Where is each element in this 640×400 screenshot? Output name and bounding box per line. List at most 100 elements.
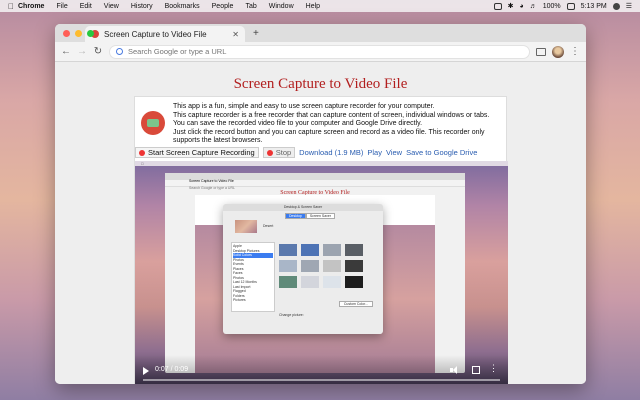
menu-people[interactable]: People bbox=[212, 3, 234, 10]
profile-avatar[interactable] bbox=[552, 45, 564, 58]
tab-close-icon[interactable]: ✕ bbox=[232, 30, 239, 39]
color-swatch bbox=[323, 276, 341, 288]
macos-menubar:  Chrome File Edit View History Bookmark… bbox=[0, 0, 640, 12]
tab-strip: Screen Capture to Video File ✕ + bbox=[55, 24, 586, 42]
record-dot-icon bbox=[139, 149, 145, 156]
menu-bookmarks[interactable]: Bookmarks bbox=[165, 3, 200, 10]
prefs-list-item: Pictures bbox=[233, 298, 246, 302]
stop-label: Stop bbox=[275, 148, 292, 157]
bluetooth-icon[interactable]: ✱ bbox=[508, 2, 514, 10]
more-vertical-icon[interactable]: ⋮ bbox=[570, 46, 580, 57]
color-swatch bbox=[301, 244, 319, 256]
description-line: supports the latest browsers. bbox=[173, 137, 263, 145]
battery-icon[interactable] bbox=[566, 2, 575, 10]
video-prefs-window: Desktop & Screen Saver Desktop Screen Sa… bbox=[223, 204, 383, 334]
description-line: Just click the record button and you can… bbox=[173, 128, 485, 136]
video-inner-browser: Screen Capture to Video File Search Goog… bbox=[165, 173, 465, 373]
video-inner-omnibox-text: Search Google or type a URL bbox=[189, 186, 235, 190]
intro-section: This app is a fun, simple and easy to us… bbox=[141, 103, 503, 146]
omnibox[interactable] bbox=[109, 44, 530, 59]
prefs-tab-screensaver: Screen Saver bbox=[305, 213, 336, 219]
start-recording-button[interactable]: Start Screen Capture Recording bbox=[135, 147, 259, 158]
menu-help[interactable]: Help bbox=[306, 3, 320, 10]
zoom-window-button[interactable] bbox=[87, 30, 94, 37]
prefs-source-list: Apple Desktop Pictures Solid Colors Phot… bbox=[231, 242, 275, 312]
close-window-button[interactable] bbox=[63, 30, 70, 37]
reload-icon[interactable]: ↻ bbox=[93, 46, 103, 57]
save-to-drive-link[interactable]: Save to Google Drive bbox=[406, 148, 477, 157]
video-inner-menubar:  bbox=[135, 161, 508, 166]
view-link[interactable]: View bbox=[386, 148, 402, 157]
video-controls: 0:07 / 0:09 ⋮ bbox=[135, 355, 508, 384]
volume-icon[interactable]: ♬ bbox=[530, 3, 537, 10]
description-line: This capture recorder is a free recorder… bbox=[173, 111, 490, 119]
recorder-controls: Start Screen Capture Recording Stop Down… bbox=[135, 147, 477, 158]
notification-center-icon[interactable]: ☰ bbox=[626, 2, 632, 10]
color-swatch bbox=[301, 276, 319, 288]
color-swatch bbox=[323, 260, 341, 272]
description-line: You can save the recorded video file to … bbox=[173, 120, 423, 128]
video-inner-tabstrip: Screen Capture to Video File bbox=[165, 173, 465, 183]
start-recording-label: Start Screen Capture Recording bbox=[148, 148, 255, 157]
wifi-icon[interactable]: ◕ bbox=[520, 3, 524, 10]
stop-button[interactable]: Stop bbox=[262, 147, 296, 158]
video-progress-bar[interactable] bbox=[143, 379, 500, 381]
prefs-title: Desktop & Screen Saver bbox=[223, 204, 383, 211]
prefs-segmented: Desktop Screen Saver bbox=[285, 213, 336, 219]
page-content: Screen Capture to Video File This app is… bbox=[55, 62, 586, 384]
prefs-change-picture: Change picture: bbox=[279, 313, 304, 317]
omnibox-input[interactable] bbox=[128, 47, 523, 56]
color-swatch bbox=[345, 244, 363, 256]
color-swatch bbox=[345, 260, 363, 272]
tab-title: Screen Capture to Video File bbox=[104, 29, 207, 39]
color-swatch bbox=[279, 244, 297, 256]
menu-window[interactable]: Window bbox=[269, 3, 294, 10]
stop-dot-icon bbox=[266, 149, 273, 156]
menu-tab[interactable]: Tab bbox=[245, 3, 256, 10]
menubar-status-area: ✱ ◕ ♬ 100% 5:13 PM ☰ bbox=[493, 2, 632, 10]
volume-icon[interactable] bbox=[450, 366, 458, 374]
apple-icon[interactable]:  bbox=[8, 2, 18, 11]
tab-screen-capture[interactable]: Screen Capture to Video File ✕ bbox=[85, 26, 245, 42]
spotlight-icon[interactable] bbox=[612, 2, 620, 10]
menu-app-name[interactable]: Chrome bbox=[18, 3, 44, 10]
video-time: 0:07 / 0:09 bbox=[155, 366, 189, 373]
minimize-window-button[interactable] bbox=[75, 30, 82, 37]
play-link[interactable]: Play bbox=[367, 148, 382, 157]
menu-view[interactable]: View bbox=[104, 3, 119, 10]
airplay-icon[interactable] bbox=[493, 2, 502, 10]
menu-edit[interactable]: Edit bbox=[80, 3, 92, 10]
app-card: This app is a fun, simple and easy to us… bbox=[134, 96, 508, 384]
prefs-preview-label: Desert bbox=[263, 224, 274, 228]
color-swatches bbox=[279, 244, 363, 288]
fullscreen-icon[interactable] bbox=[472, 366, 480, 374]
camera-icon bbox=[147, 119, 159, 127]
color-swatch bbox=[323, 244, 341, 256]
description-line: This app is a fun, simple and easy to us… bbox=[173, 103, 435, 110]
browser-toolbar: ← → ↻ ⋮ bbox=[55, 42, 586, 62]
color-swatch bbox=[345, 276, 363, 288]
forward-arrow-icon[interactable]: → bbox=[77, 46, 87, 57]
new-tab-button[interactable]: + bbox=[253, 28, 259, 39]
download-link[interactable]: Download (1.9 MB) bbox=[299, 148, 363, 157]
battery-percent: 100% bbox=[542, 2, 561, 10]
back-arrow-icon[interactable]: ← bbox=[61, 46, 71, 57]
more-vertical-icon[interactable]: ⋮ bbox=[489, 364, 498, 373]
app-description: This app is a fun, simple and easy to us… bbox=[173, 103, 503, 146]
prefs-custom-color: Custom Color... bbox=[338, 301, 373, 307]
video-inner-omnibox: Search Google or type a URL bbox=[165, 180, 465, 190]
menu-history[interactable]: History bbox=[131, 3, 153, 10]
prefs-preview-image bbox=[235, 220, 257, 233]
color-swatch bbox=[301, 260, 319, 272]
app-logo-icon bbox=[141, 111, 165, 135]
play-icon[interactable] bbox=[143, 367, 149, 375]
color-swatch bbox=[279, 276, 297, 288]
menu-file[interactable]: File bbox=[56, 3, 67, 10]
cast-icon[interactable] bbox=[536, 47, 546, 56]
color-swatch bbox=[279, 260, 297, 272]
page-title: Screen Capture to Video File bbox=[233, 76, 408, 92]
video-player[interactable]:  Screen Capture to Video File Search Go… bbox=[135, 161, 508, 384]
menubar-clock[interactable]: 5:13 PM bbox=[581, 3, 607, 10]
chrome-window: Screen Capture to Video File ✕ + ← → ↻ ⋮… bbox=[55, 24, 586, 384]
google-icon bbox=[116, 48, 123, 55]
